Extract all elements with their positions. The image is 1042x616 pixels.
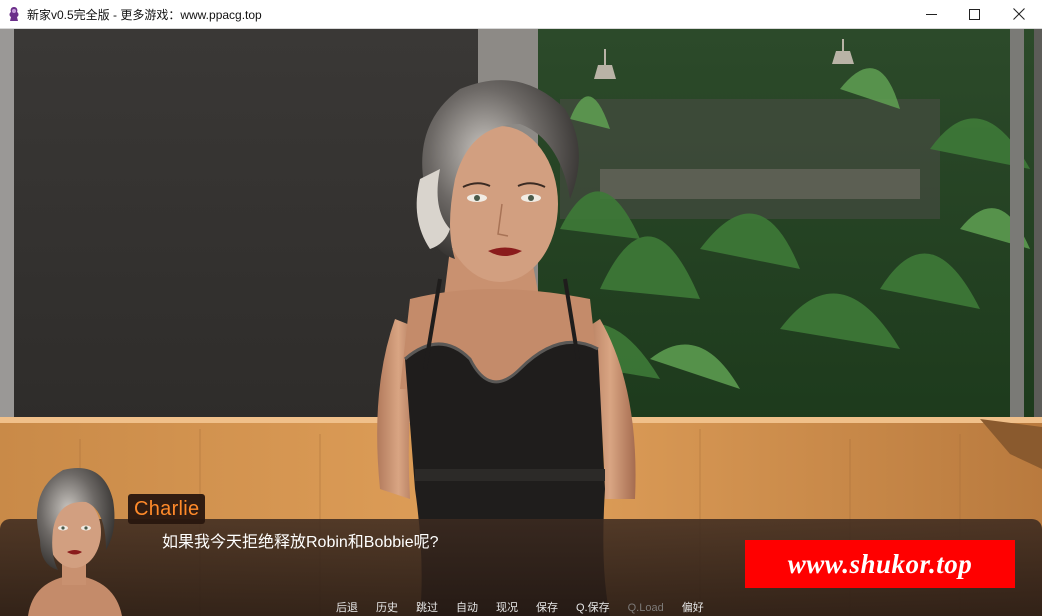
quick-menu-auto[interactable]: 自动 (456, 601, 478, 616)
quick-menu-preferences[interactable]: 偏好 (682, 601, 704, 616)
quick-menu-quick-save[interactable]: Q.保存 (576, 601, 610, 616)
game-window: 新家v0.5完全版 - 更多游戏：www.ppacg.top Charlie 如… (0, 0, 1042, 616)
minimize-icon (925, 13, 937, 15)
speaker-name: Charlie (134, 497, 200, 520)
quick-menu: 后退 历史 跳过 自动 现况 保存 Q.保存 Q.Load 偏好 (336, 601, 722, 616)
dialogue-text: 如果我今天拒绝释放Robin和Bobbie呢? (162, 534, 439, 551)
app-icon (9, 7, 19, 21)
watermark-text: www.shukor.top (787, 548, 973, 579)
window-title: 新家v0.5完全版 - 更多游戏：www.ppacg.top (27, 8, 262, 22)
quick-menu-quick-load[interactable]: Q.Load (628, 601, 664, 616)
quick-menu-skip[interactable]: 跳过 (416, 601, 438, 616)
speaker-portrait (28, 468, 122, 616)
close-icon (1013, 8, 1025, 20)
title-bar: 新家v0.5完全版 - 更多游戏：www.ppacg.top (0, 0, 1042, 29)
minimize-button[interactable] (908, 0, 954, 28)
quick-menu-back[interactable]: 后退 (336, 601, 358, 616)
quick-menu-status[interactable]: 现况 (496, 601, 518, 616)
quick-menu-history[interactable]: 历史 (376, 601, 398, 616)
maximize-icon (968, 8, 980, 20)
maximize-button[interactable] (951, 0, 997, 28)
close-button[interactable] (996, 0, 1042, 28)
quick-menu-save[interactable]: 保存 (536, 601, 558, 616)
speaker-namebox: Charlie (128, 494, 206, 524)
watermark-banner: www.shukor.top (745, 540, 1015, 588)
